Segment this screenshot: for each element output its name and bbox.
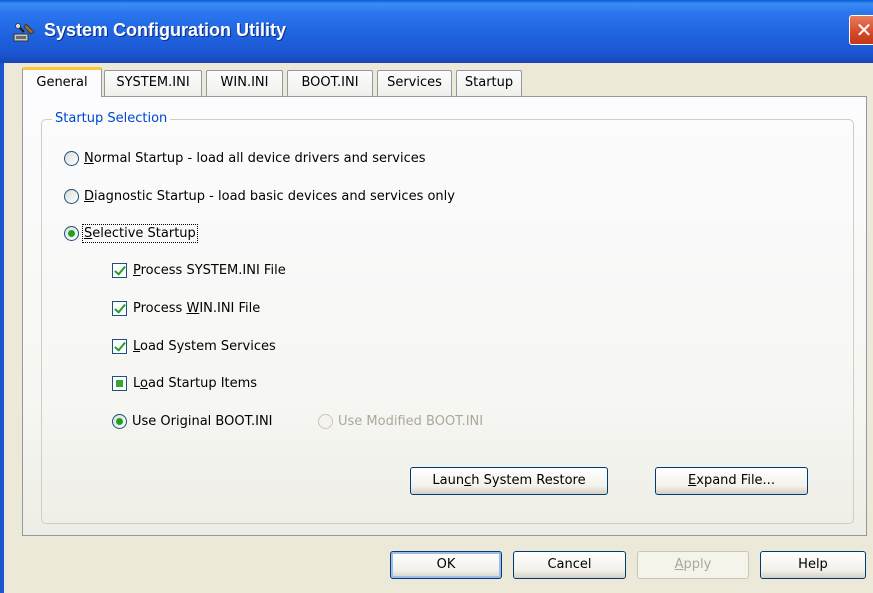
window-title: System Configuration Utility	[44, 20, 287, 40]
close-button[interactable]: ✕	[849, 15, 873, 45]
diagnostic-startup-label: Diagnostic Startup - load basic devices …	[84, 189, 455, 204]
normal-startup-option[interactable]: Normal Startup - load all device drivers…	[64, 151, 426, 166]
tab-services[interactable]: Services	[377, 70, 452, 96]
msconfig-app-icon	[13, 23, 35, 42]
process-system-ini-checkbox[interactable]	[112, 263, 127, 278]
general-tab-panel: Startup Selection Normal Startup - load …	[22, 96, 867, 536]
normal-startup-radio[interactable]	[64, 151, 79, 166]
tab-general[interactable]: General	[22, 67, 102, 97]
tab-boot-ini[interactable]: BOOT.INI	[287, 70, 373, 96]
load-system-services-label: Load System Services	[133, 339, 276, 354]
process-system-ini-option[interactable]: Process SYSTEM.INI File	[112, 263, 286, 278]
use-modified-boot-ini-radio[interactable]	[318, 414, 333, 429]
expand-file-button[interactable]: Expand File...	[655, 467, 808, 495]
close-icon: ✕	[855, 18, 873, 42]
tab-win-ini[interactable]: WIN.INI	[206, 70, 283, 96]
use-original-boot-ini-radio[interactable]	[112, 414, 127, 429]
use-modified-boot-ini-label: Use Modified BOOT.INI	[338, 414, 484, 429]
load-startup-items-label: Load Startup Items	[133, 376, 258, 391]
load-system-services-option[interactable]: Load System Services	[112, 339, 276, 354]
diagnostic-startup-radio[interactable]	[64, 189, 79, 204]
diagnostic-startup-option[interactable]: Diagnostic Startup - load basic devices …	[64, 189, 455, 204]
system-configuration-window: System Configuration Utility ✕ General S…	[0, 0, 873, 593]
selective-startup-option[interactable]: Selective Startup	[64, 224, 198, 243]
startup-selection-group: Startup Selection Normal Startup - load …	[41, 111, 854, 524]
help-button[interactable]: Help	[760, 551, 866, 579]
apply-button[interactable]: Apply	[637, 551, 749, 579]
process-win-ini-option[interactable]: Process WIN.INI File	[112, 301, 260, 316]
normal-startup-label: Normal Startup - load all device drivers…	[84, 151, 426, 166]
use-modified-boot-ini-option[interactable]: Use Modified BOOT.INI	[318, 414, 483, 429]
tab-system-ini[interactable]: SYSTEM.INI	[104, 70, 202, 96]
use-original-boot-ini-label: Use Original BOOT.INI	[132, 414, 273, 429]
process-win-ini-checkbox[interactable]	[112, 301, 127, 316]
load-startup-items-option[interactable]: Load Startup Items	[112, 376, 257, 391]
startup-selection-title: Startup Selection	[52, 111, 171, 126]
tab-startup[interactable]: Startup	[456, 70, 522, 96]
use-original-boot-ini-option[interactable]: Use Original BOOT.INI	[112, 414, 273, 429]
ok-button[interactable]: OK	[390, 551, 502, 579]
window-frame-left	[0, 63, 4, 593]
load-startup-items-checkbox[interactable]	[112, 376, 127, 391]
process-system-ini-label: Process SYSTEM.INI File	[133, 263, 286, 278]
launch-system-restore-button[interactable]: Launch System Restore	[410, 467, 608, 495]
title-bar[interactable]: System Configuration Utility ✕	[0, 0, 873, 63]
selective-startup-label: Selective Startup	[82, 224, 198, 243]
cancel-button[interactable]: Cancel	[513, 551, 626, 579]
load-system-services-checkbox[interactable]	[112, 339, 127, 354]
process-win-ini-label: Process WIN.INI File	[133, 301, 261, 316]
selective-startup-radio[interactable]	[64, 226, 79, 241]
